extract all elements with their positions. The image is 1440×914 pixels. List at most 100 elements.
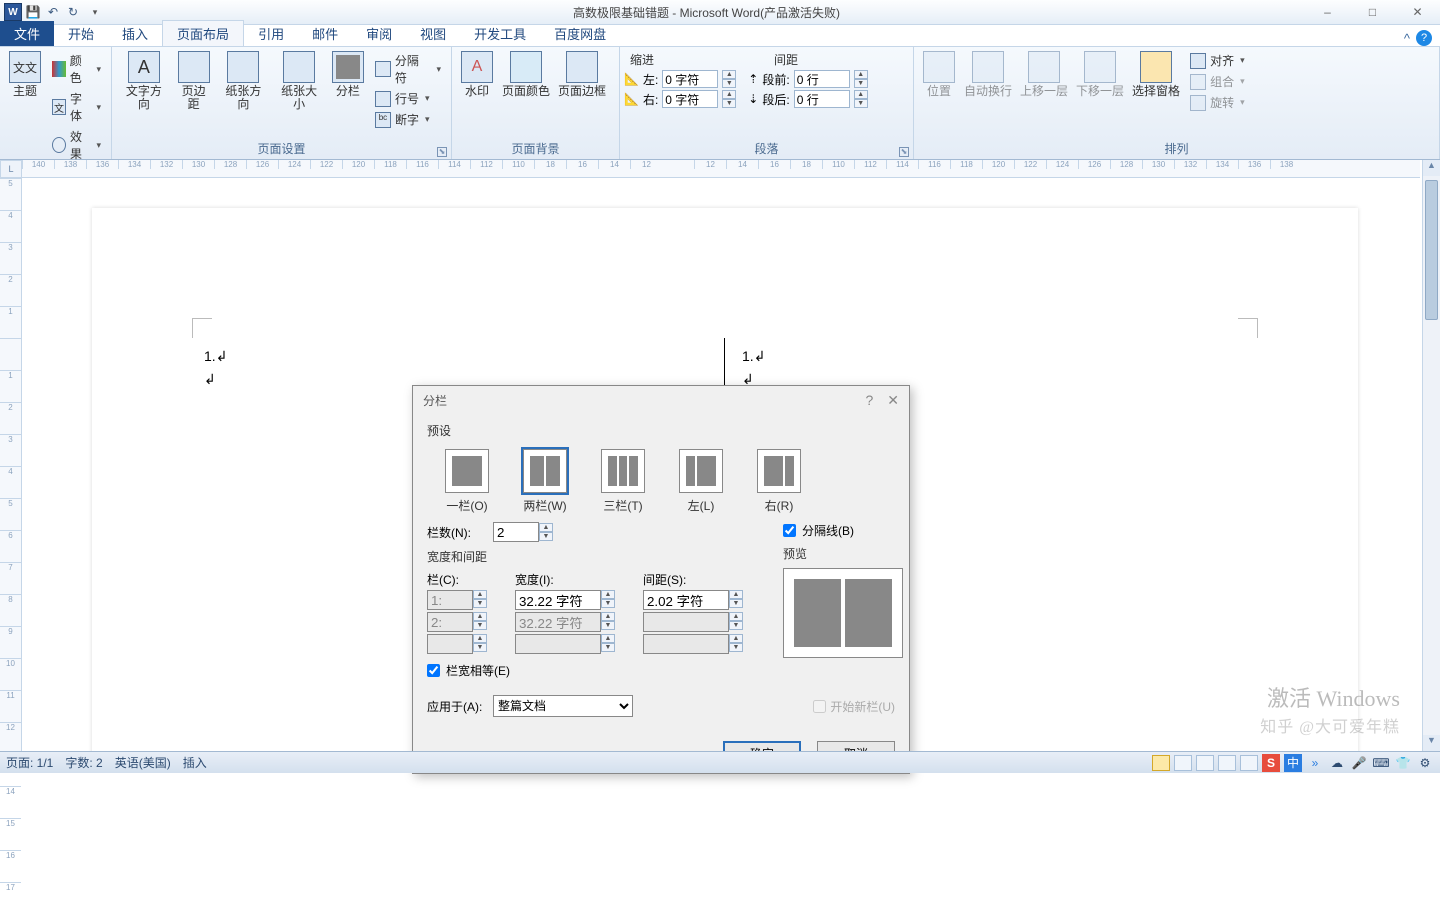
align-button[interactable]: 对齐▾	[1186, 51, 1249, 70]
ribbon: 文文 主题 颜色▾ 文字体▾ 效果▾ 主题 A文字方向 页边距 纸张方向 纸张大…	[0, 47, 1440, 160]
scroll-thumb[interactable]	[1425, 180, 1438, 320]
theme-effects-button[interactable]: 效果▾	[48, 127, 105, 163]
status-bar: 页面: 1/1 字数: 2 英语(美国) 插入 S 中 » ☁ 🎤 ⌨ 👕 ⚙	[0, 751, 1440, 773]
spacing-after-field[interactable]: ⇣段后:▲▼	[748, 90, 867, 108]
rotate-button[interactable]: 旋转▾	[1186, 93, 1249, 112]
preset-three[interactable]: 三栏(T)	[601, 449, 645, 514]
minimize-button[interactable]: –	[1305, 0, 1350, 25]
doc-text-col2[interactable]: 1.↲	[742, 348, 765, 366]
preset-one[interactable]: 一栏(O)	[445, 449, 489, 514]
col-w-row1[interactable]	[515, 590, 601, 610]
view-full-screen[interactable]	[1174, 755, 1192, 771]
sogou-ime-icon[interactable]: S	[1262, 754, 1280, 772]
tray-person-icon[interactable]: 👕	[1394, 754, 1412, 772]
view-print-layout[interactable]	[1152, 755, 1170, 771]
col-n-row3	[427, 634, 473, 654]
doc-text-col1[interactable]: 1.↲	[204, 348, 227, 366]
indent-right-field[interactable]: 📐右:▲▼	[624, 90, 736, 108]
start-new-column-checkbox	[813, 700, 826, 713]
dialog-help-button[interactable]: ?	[865, 392, 873, 409]
tab-mailings[interactable]: 邮件	[298, 21, 352, 46]
dialog-close-button[interactable]: ✕	[887, 392, 899, 409]
page-color-button[interactable]: 页面颜色	[498, 49, 554, 100]
preset-two[interactable]: 两栏(W)	[523, 449, 567, 514]
tab-review[interactable]: 审阅	[352, 21, 406, 46]
page-borders-button[interactable]: 页面边框	[554, 49, 610, 100]
themes-button[interactable]: 文文 主题	[4, 49, 46, 100]
tab-page-layout[interactable]: 页面布局	[162, 20, 244, 46]
orientation-button[interactable]: 纸张方向	[216, 49, 272, 113]
spacing-heading: 间距	[774, 51, 798, 68]
undo-icon[interactable]: ↶	[44, 3, 62, 21]
tray-mic-icon[interactable]: 🎤	[1350, 754, 1368, 772]
scroll-up-arrow[interactable]: ▲	[1423, 160, 1440, 176]
selection-pane-button[interactable]: 选择窗格	[1128, 49, 1184, 100]
line-between-checkbox[interactable]	[783, 524, 796, 537]
tab-insert[interactable]: 插入	[108, 21, 162, 46]
wrap-text-button[interactable]: 自动换行	[960, 49, 1016, 100]
send-backward-button[interactable]: 下移一层	[1072, 49, 1128, 100]
tab-file[interactable]: 文件	[0, 21, 54, 46]
theme-colors-button[interactable]: 颜色▾	[48, 51, 105, 87]
scroll-down-arrow[interactable]: ▼	[1423, 735, 1440, 751]
tray-keyboard-icon[interactable]: ⌨	[1372, 754, 1390, 772]
tab-developer[interactable]: 开发工具	[460, 21, 540, 46]
close-window-button[interactable]: ✕	[1395, 0, 1440, 25]
margins-button[interactable]: 页边距	[172, 49, 216, 113]
breaks-button[interactable]: 分隔符▾	[371, 51, 445, 87]
tab-references[interactable]: 引用	[244, 21, 298, 46]
columns-button[interactable]: 分栏	[327, 49, 369, 100]
ruler-corner[interactable]: L	[0, 160, 22, 178]
qat-dropdown-icon[interactable]: ▾	[86, 3, 104, 21]
ime-more-icon[interactable]: »	[1306, 754, 1324, 772]
tab-home[interactable]: 开始	[54, 21, 108, 46]
bring-forward-button[interactable]: 上移一层	[1016, 49, 1072, 100]
num-columns-input[interactable]: ▲▼	[493, 522, 553, 542]
ime-cn-icon[interactable]: 中	[1284, 754, 1302, 772]
view-outline[interactable]	[1218, 755, 1236, 771]
help-icon[interactable]: ?	[1416, 30, 1432, 46]
columns-preview	[783, 568, 903, 658]
theme-fonts-button[interactable]: 文字体▾	[48, 89, 105, 125]
preset-left[interactable]: 左(L)	[679, 449, 723, 514]
col-s-row1[interactable]	[643, 590, 729, 610]
page-setup-launcher[interactable]: ⬊	[437, 147, 447, 157]
line-between-label: 分隔线(B)	[802, 522, 854, 539]
save-icon[interactable]: 💾	[24, 3, 42, 21]
maximize-button[interactable]: □	[1350, 0, 1395, 25]
status-page[interactable]: 页面: 1/1	[6, 754, 53, 771]
redo-icon[interactable]: ↻	[64, 3, 82, 21]
spacing-before-field[interactable]: ⇡段前:▲▼	[748, 70, 867, 88]
status-words[interactable]: 字数: 2	[65, 754, 102, 771]
apply-to-select[interactable]: 整篇文档	[493, 695, 633, 717]
horizontal-ruler[interactable]: 1401381361341321301281261241221201181161…	[22, 160, 1420, 178]
tab-baidu[interactable]: 百度网盘	[540, 21, 620, 46]
position-button[interactable]: 位置	[918, 49, 960, 100]
line-numbers-button[interactable]: 行号▾	[371, 89, 445, 108]
width-spacing-heading: 宽度和间距	[427, 548, 743, 565]
group-objects-button[interactable]: 组合▾	[1186, 72, 1249, 91]
view-web-layout[interactable]	[1196, 755, 1214, 771]
tray-settings-icon[interactable]: ⚙	[1416, 754, 1434, 772]
start-new-column-label: 开始新栏(U)	[830, 698, 895, 715]
num-columns-label: 栏数(N):	[427, 524, 487, 541]
ribbon-minimize-icon[interactable]: ^	[1404, 31, 1410, 46]
view-draft[interactable]	[1240, 755, 1258, 771]
col-header: 栏(C):	[427, 571, 487, 588]
tab-view[interactable]: 视图	[406, 21, 460, 46]
paragraph-launcher[interactable]: ⬊	[899, 147, 909, 157]
status-mode[interactable]: 插入	[183, 754, 207, 771]
hyphenation-button[interactable]: bc断字▾	[371, 110, 445, 129]
dialog-titlebar[interactable]: 分栏 ? ✕	[413, 386, 909, 414]
preset-right[interactable]: 右(R)	[757, 449, 801, 514]
watermark-button[interactable]: A水印	[456, 49, 498, 100]
indent-left-field[interactable]: 📐左:▲▼	[624, 70, 736, 88]
vertical-ruler[interactable]: 543211234567891011121314151617	[0, 178, 22, 751]
text-direction-button[interactable]: A文字方向	[116, 49, 172, 113]
size-button[interactable]: 纸张大小	[271, 49, 327, 113]
equal-width-checkbox[interactable]	[427, 664, 440, 677]
status-language[interactable]: 英语(美国)	[115, 754, 171, 771]
col-w-row2	[515, 612, 601, 632]
vertical-scrollbar[interactable]: ▲ ▼	[1422, 160, 1440, 751]
tray-cloud-icon[interactable]: ☁	[1328, 754, 1346, 772]
